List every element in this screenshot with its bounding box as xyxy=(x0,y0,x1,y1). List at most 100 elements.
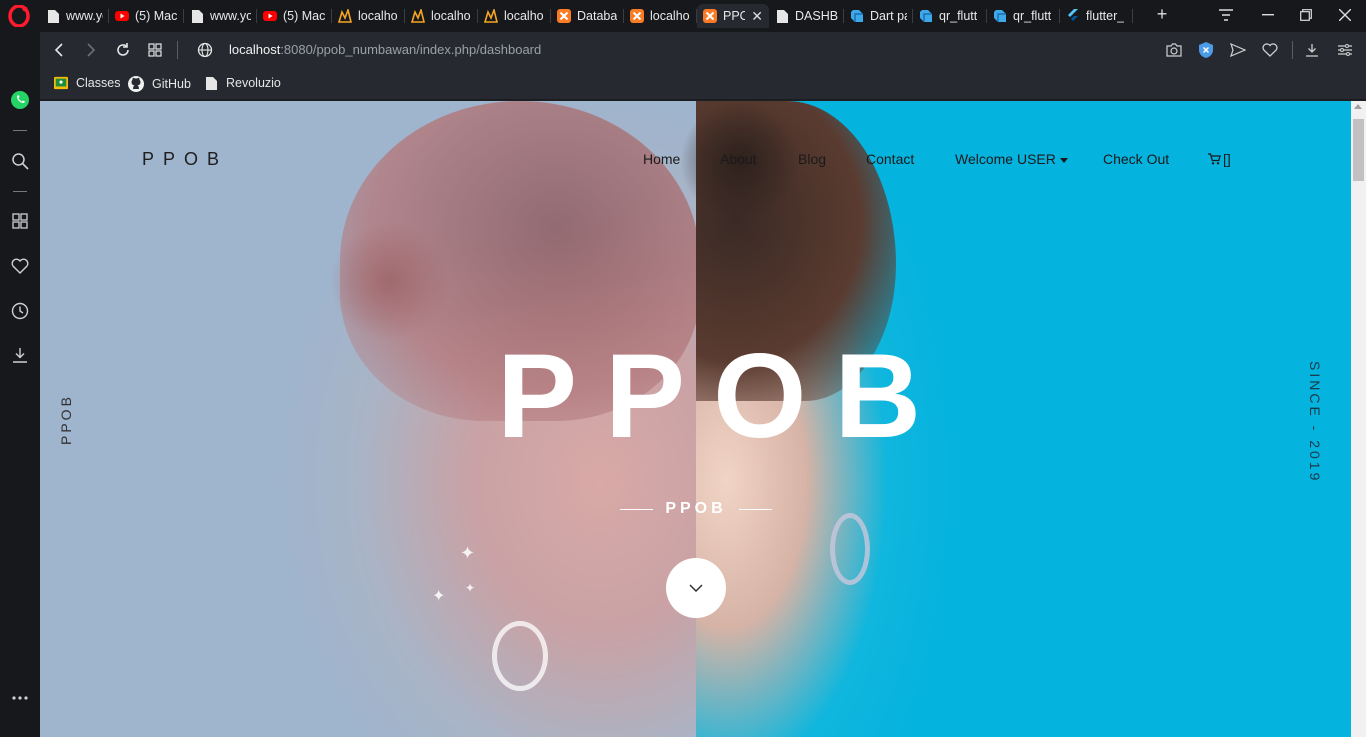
heart-icon[interactable] xyxy=(9,255,31,277)
hero-title: PPOB xyxy=(497,329,950,463)
bookmark-github[interactable]: GitHub xyxy=(128,76,191,92)
minimize-icon[interactable] xyxy=(1250,4,1286,26)
tab[interactable]: DASHB xyxy=(769,4,844,28)
nav-home[interactable]: Home xyxy=(643,151,680,167)
more-icon[interactable] xyxy=(9,687,31,709)
tab[interactable]: www.yo xyxy=(184,4,257,28)
cart-count: [] xyxy=(1223,151,1231,167)
close-tab-icon[interactable]: ✕ xyxy=(751,8,763,25)
sparkle-icon: ✦ xyxy=(460,543,476,563)
cart-icon xyxy=(1208,153,1221,165)
camera-icon[interactable] xyxy=(1165,41,1183,59)
tab[interactable]: Databa xyxy=(551,4,624,28)
speed-dial-icon[interactable] xyxy=(9,210,31,232)
caret-down-icon xyxy=(1059,157,1068,163)
bookmark-revoluzio[interactable]: Revoluzio xyxy=(204,76,281,90)
subtitle-line xyxy=(738,508,772,510)
tab-label: DASHB xyxy=(795,9,838,23)
nav-welcome-dropdown[interactable]: Welcome USER xyxy=(955,151,1068,167)
tab-label: localho xyxy=(650,9,690,23)
forward-icon[interactable] xyxy=(81,40,101,60)
page-viewport: ✦ ✦ ✦ ✦ PPOB Home About Blog Contact Wel… xyxy=(40,101,1351,737)
history-clock-icon[interactable] xyxy=(9,300,31,322)
tab-list: www.yo (5) Mac www.yo (5) Mac localho lo… xyxy=(40,4,1133,28)
hero-subtitle-text: PPOB xyxy=(665,500,727,517)
send-icon[interactable] xyxy=(1229,41,1247,59)
tab-label: (5) Mac xyxy=(135,9,178,23)
scroll-up-arrow-icon[interactable] xyxy=(1354,104,1362,109)
tab[interactable]: flutter_ xyxy=(1060,4,1133,28)
divider xyxy=(1292,41,1293,59)
page-icon xyxy=(775,9,789,23)
tab-label: www.yo xyxy=(210,9,251,23)
codeigniter-icon xyxy=(484,9,498,23)
tab[interactable]: Dart pa xyxy=(844,4,913,28)
tab[interactable]: qr_flutt xyxy=(987,4,1060,28)
heart-icon[interactable] xyxy=(1261,41,1279,59)
adblock-shield-icon[interactable] xyxy=(1197,41,1215,59)
opera-logo-icon[interactable] xyxy=(8,5,30,27)
tab[interactable]: (5) Mac xyxy=(109,4,184,28)
bookmark-label: GitHub xyxy=(152,77,191,91)
bookmark-classes[interactable]: Classes xyxy=(54,76,120,90)
codeigniter-icon xyxy=(338,9,352,23)
tab[interactable]: (5) Mac xyxy=(257,4,332,28)
hero-subtitle: PPOB xyxy=(620,499,772,519)
page-scrollbar[interactable] xyxy=(1351,101,1366,737)
tab[interactable]: localho xyxy=(332,4,405,28)
tab-label: qr_flutt xyxy=(939,9,978,23)
tab[interactable]: localho xyxy=(624,4,697,28)
globe-icon[interactable] xyxy=(195,40,215,60)
download-icon[interactable] xyxy=(1303,41,1321,59)
close-window-icon[interactable] xyxy=(1327,4,1363,26)
page-icon xyxy=(46,9,60,23)
nav-cart[interactable]: [] xyxy=(1208,151,1231,167)
nav-welcome-label: Welcome USER xyxy=(955,151,1056,167)
tab[interactable]: localho xyxy=(405,4,478,28)
sparkle-icon: ✦ xyxy=(432,588,446,605)
dart-icon xyxy=(993,9,1007,23)
address-bar: localhost:8080/ppob_numbawan/index.php/d… xyxy=(40,32,1366,68)
back-icon[interactable] xyxy=(49,40,69,60)
restore-icon[interactable] xyxy=(1288,4,1324,26)
nav-contact[interactable]: Contact xyxy=(866,151,914,167)
tab-menu-icon[interactable] xyxy=(1208,4,1244,26)
divider xyxy=(177,41,178,59)
tab-label: localho xyxy=(358,9,398,23)
tab[interactable]: www.yo xyxy=(40,4,109,28)
nav-blog[interactable]: Blog xyxy=(798,151,826,167)
nav-about[interactable]: About xyxy=(720,151,757,167)
xampp-icon xyxy=(703,9,717,23)
url-host: localhost xyxy=(229,42,281,57)
tab-label: Dart pa xyxy=(870,9,907,23)
download-icon[interactable] xyxy=(9,344,31,366)
github-icon xyxy=(128,76,144,92)
easy-setup-icon[interactable] xyxy=(1336,41,1354,59)
tab-label: (5) Mac xyxy=(283,9,326,23)
scroll-thumb[interactable] xyxy=(1353,119,1364,181)
youtube-icon xyxy=(115,9,129,23)
site-brand[interactable]: PPOB xyxy=(142,149,228,170)
reload-icon[interactable] xyxy=(113,40,133,60)
classroom-icon xyxy=(54,76,68,90)
tab[interactable]: localho xyxy=(478,4,551,28)
search-icon[interactable] xyxy=(9,150,31,172)
chevron-down-icon xyxy=(689,584,703,592)
tab-label: PPO xyxy=(723,9,746,23)
hero-earring xyxy=(830,513,870,585)
whatsapp-icon[interactable] xyxy=(9,89,31,111)
scroll-down-button[interactable] xyxy=(666,558,726,618)
tab-active[interactable]: PPO ✕ xyxy=(697,4,769,28)
url-path: :8080/ppob_numbawan/index.php/dashboard xyxy=(280,42,542,57)
speed-dial-icon[interactable] xyxy=(145,40,165,60)
new-tab-button[interactable]: + xyxy=(1152,4,1172,26)
subtitle-line xyxy=(620,508,654,510)
codeigniter-icon xyxy=(411,9,425,23)
hero-earring xyxy=(492,621,548,691)
bookmarks-bar: Classes GitHub Revoluzio xyxy=(40,68,1366,100)
tab[interactable]: qr_flutt xyxy=(913,4,987,28)
url-field[interactable]: localhost:8080/ppob_numbawan/index.php/d… xyxy=(229,42,541,57)
nav-checkout[interactable]: Check Out xyxy=(1103,151,1169,167)
sidebar-separator xyxy=(13,130,27,131)
sparkle-icon: ✦ xyxy=(465,581,476,595)
